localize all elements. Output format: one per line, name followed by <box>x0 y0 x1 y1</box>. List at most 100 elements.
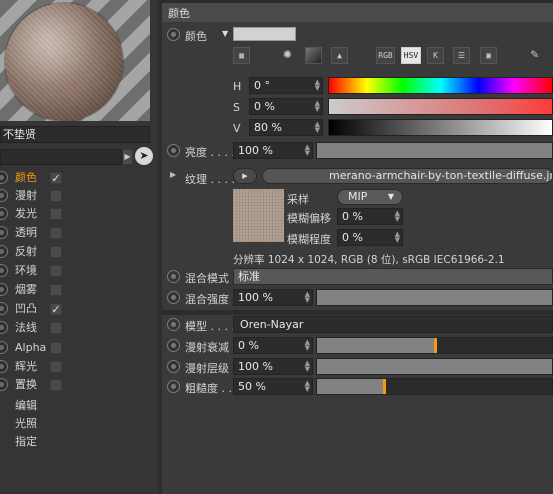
blur-offset-spinner[interactable]: ▲ ▼ <box>395 210 400 223</box>
texture-thumbnail[interactable] <box>233 189 284 242</box>
blur-amount-spinner[interactable]: ▲ ▼ <box>395 231 400 244</box>
channel-label[interactable]: Alpha <box>15 339 46 357</box>
channel-checkbox[interactable] <box>50 190 62 202</box>
channel-item[interactable]: 漫射 <box>0 187 70 205</box>
blur-amount-input[interactable]: 0 % ▲ ▼ <box>337 229 403 246</box>
channel-label[interactable]: 颜色 <box>15 169 37 187</box>
channel-checkbox[interactable] <box>50 379 62 391</box>
channel-label[interactable]: 法线 <box>15 319 37 337</box>
channel-checkbox[interactable]: ✓ <box>50 172 62 184</box>
channel-animate-radio[interactable] <box>0 264 8 277</box>
sub-item-edit[interactable]: 编辑 <box>15 397 37 415</box>
texture-expand-icon[interactable]: ▶ <box>170 170 176 179</box>
gradient-icon[interactable] <box>305 47 322 64</box>
channel-label[interactable]: 辉光 <box>15 358 37 376</box>
model-dropdown[interactable]: Oren-Nayar <box>233 316 553 333</box>
saturation-slider[interactable] <box>328 98 553 115</box>
channel-label[interactable]: 漫射 <box>15 187 37 205</box>
channel-checkbox[interactable] <box>50 342 62 354</box>
image-icon[interactable]: ▲ <box>331 47 348 64</box>
channel-animate-radio[interactable] <box>0 341 8 354</box>
channel-animate-radio[interactable] <box>0 245 8 258</box>
channel-checkbox[interactable] <box>50 246 62 258</box>
pointer-pick-icon[interactable]: ➤ <box>135 147 153 165</box>
channel-label[interactable]: 烟雾 <box>15 281 37 299</box>
channel-animate-radio[interactable] <box>0 360 8 373</box>
brightness-input[interactable]: 100 % ▲ ▼ <box>233 142 313 159</box>
channel-item[interactable]: 发光 <box>0 205 70 223</box>
material-name-field[interactable]: 不垫贤 <box>0 126 150 143</box>
channel-label[interactable]: 反射 <box>15 243 37 261</box>
s-input[interactable]: 0 % ▲ ▼ <box>249 98 323 115</box>
sliders-icon[interactable]: ☰ <box>453 47 470 64</box>
v-spinner[interactable]: ▲ ▼ <box>315 121 320 134</box>
blur-offset-input[interactable]: 0 % ▲ ▼ <box>337 208 403 225</box>
texture-path-field[interactable]: merano-armchair-by-ton-textile-diffuse.j… <box>262 168 553 184</box>
rgb-mode-button[interactable]: RGB <box>376 47 395 64</box>
channel-item[interactable]: 透明 <box>0 224 70 242</box>
diffuse-level-input[interactable]: 100 % ▲ ▼ <box>233 358 313 375</box>
channel-item[interactable]: 烟雾 <box>0 281 70 299</box>
color-animate-radio[interactable] <box>167 28 180 41</box>
channel-checkbox[interactable] <box>50 227 62 239</box>
blend-mode-animate-radio[interactable] <box>167 270 180 283</box>
panel-divider[interactable] <box>158 0 162 494</box>
v-input[interactable]: 80 % ▲ ▼ <box>249 119 323 136</box>
channel-checkbox[interactable] <box>50 322 62 334</box>
color-expand-icon[interactable]: ▼ <box>222 29 228 38</box>
roughness-slider-knob[interactable] <box>382 379 386 394</box>
channel-checkbox[interactable] <box>50 284 62 296</box>
h-spinner[interactable]: ▲ ▼ <box>315 79 320 92</box>
roughness-input[interactable]: 50 % ▲ ▼ <box>233 378 313 395</box>
roughness-spinner[interactable]: ▲ ▼ <box>305 380 310 393</box>
channel-animate-radio[interactable] <box>0 378 8 391</box>
value-slider[interactable] <box>328 119 553 136</box>
channel-label[interactable]: 环境 <box>15 262 37 280</box>
hue-slider[interactable] <box>328 77 553 94</box>
blend-mode-dropdown[interactable]: 标准 <box>233 268 553 285</box>
channel-animate-radio[interactable] <box>0 321 8 334</box>
diffuse-falloff-spinner[interactable]: ▲ ▼ <box>305 339 310 352</box>
diffuse-falloff-input[interactable]: 0 % ▲ ▼ <box>233 337 313 354</box>
kelvin-mode-button[interactable]: K <box>427 47 444 64</box>
channel-item[interactable]: 反射 <box>0 243 70 261</box>
diffuse-level-spinner[interactable]: ▲ ▼ <box>305 360 310 373</box>
channel-item[interactable]: Alpha <box>0 339 70 357</box>
material-link-field[interactable] <box>0 149 122 165</box>
channel-item[interactable]: 辉光 <box>0 358 70 376</box>
material-link-arrow[interactable]: ▶ <box>123 150 132 164</box>
channel-animate-radio[interactable] <box>0 171 8 184</box>
channel-animate-radio[interactable] <box>0 189 8 202</box>
channel-animate-radio[interactable] <box>0 302 8 315</box>
blend-strength-animate-radio[interactable] <box>167 291 180 304</box>
channel-item[interactable]: 颜色 ✓ <box>0 169 70 187</box>
grid-icon[interactable]: ▦ <box>233 47 250 64</box>
brightness-animate-radio[interactable] <box>167 144 180 157</box>
eyedropper-icon[interactable]: ✎ <box>526 47 543 64</box>
channel-animate-radio[interactable] <box>0 283 8 296</box>
channel-label[interactable]: 置换 <box>15 376 37 394</box>
mixer-icon[interactable]: ▣ <box>480 47 497 64</box>
channel-item[interactable]: 置换 <box>0 376 70 394</box>
blend-strength-spinner[interactable]: ▲ ▼ <box>305 291 310 304</box>
channel-item[interactable]: 凹凸 ✓ <box>0 300 70 318</box>
roughness-animate-radio[interactable] <box>167 380 180 393</box>
diffuse-level-animate-radio[interactable] <box>167 360 180 373</box>
blend-strength-input[interactable]: 100 % ▲ ▼ <box>233 289 313 306</box>
s-spinner[interactable]: ▲ ▼ <box>315 100 320 113</box>
brightness-slider[interactable] <box>316 142 553 159</box>
channel-checkbox[interactable] <box>50 361 62 373</box>
h-input[interactable]: 0 ° ▲ ▼ <box>249 77 323 94</box>
diffuse-level-slider[interactable] <box>316 358 553 375</box>
roughness-slider[interactable] <box>316 378 553 395</box>
channel-animate-radio[interactable] <box>0 207 8 220</box>
model-animate-radio[interactable] <box>167 318 180 331</box>
channel-checkbox[interactable] <box>50 208 62 220</box>
brightness-spinner[interactable]: ▲ ▼ <box>305 144 310 157</box>
diffuse-falloff-slider-knob[interactable] <box>433 338 437 353</box>
blend-strength-slider[interactable] <box>316 289 553 306</box>
channel-label[interactable]: 凹凸 <box>15 300 37 318</box>
channel-checkbox[interactable]: ✓ <box>50 303 62 315</box>
texture-menu-button[interactable]: ▶ <box>233 168 257 184</box>
wheel-icon[interactable]: ✺ <box>279 47 296 64</box>
